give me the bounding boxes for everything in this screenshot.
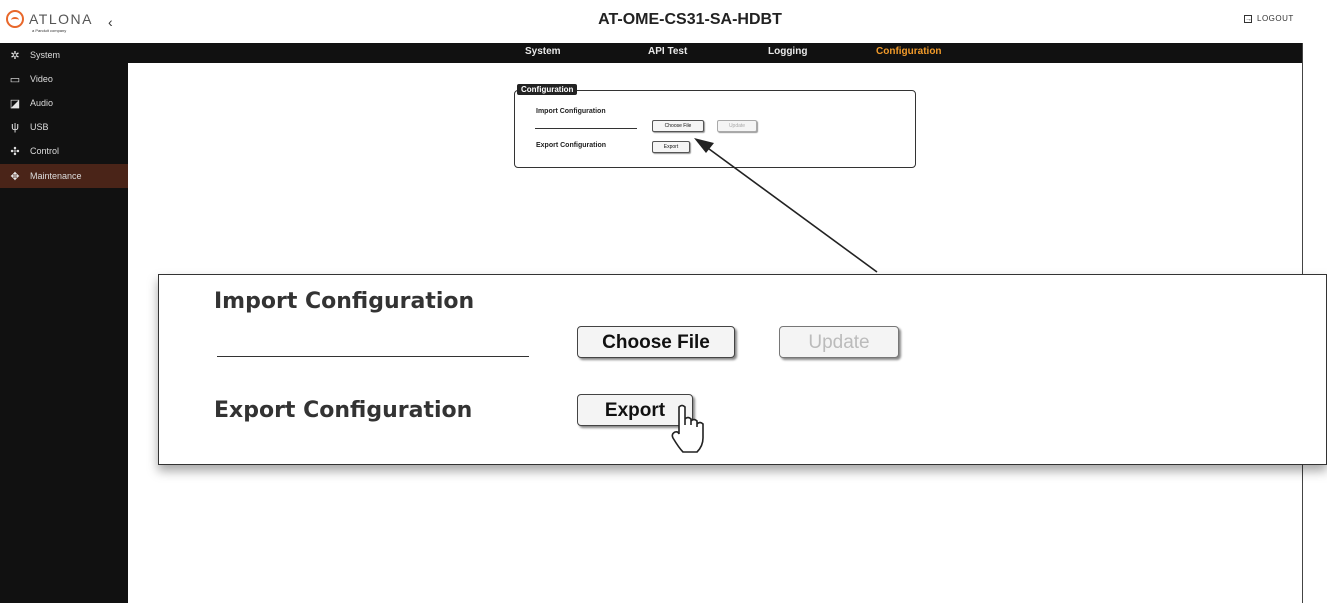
zoom-file-name-field[interactable] <box>217 356 529 357</box>
zoom-callout: Import Configuration Choose File Update … <box>158 274 1327 465</box>
hand-cursor-icon <box>671 404 704 453</box>
zoom-export-configuration-label: Export Configuration <box>214 398 473 423</box>
arrow-line <box>704 145 878 273</box>
zoom-import-configuration-label: Import Configuration <box>214 289 475 314</box>
zoom-update-button[interactable]: Update <box>779 326 899 358</box>
zoom-choose-file-button[interactable]: Choose File <box>577 326 735 358</box>
